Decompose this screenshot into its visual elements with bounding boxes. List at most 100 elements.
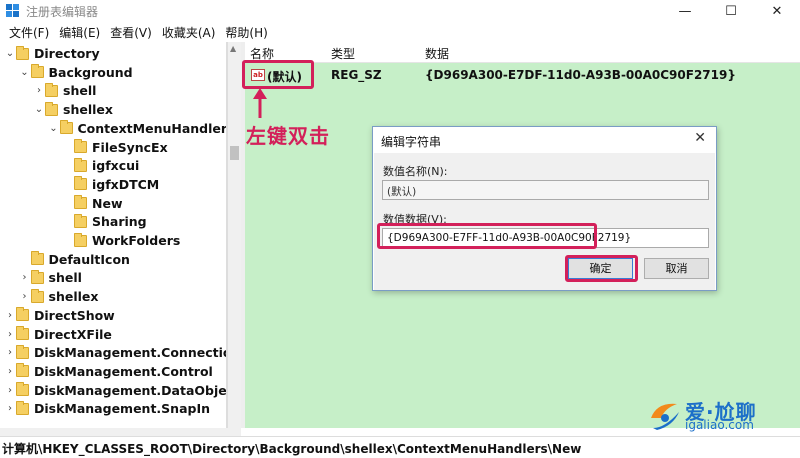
scrollbar-thumb[interactable] [230,146,239,160]
value-name-label: 数值名称(N): [383,165,448,178]
folder-icon [16,400,29,415]
column-data[interactable]: 数据 [425,45,449,62]
tree-scrollbar[interactable]: ▲ [227,42,241,428]
tree-item[interactable]: › DirectShow [4,306,115,325]
tree-item[interactable]: ⌄ ContextMenuHandlers [48,119,227,138]
tree-item[interactable]: ⌄ shellex [33,100,113,119]
tree-item[interactable]: ⌄ Directory [4,44,100,63]
tree-item-label: FileSyncEx [92,139,168,155]
tree-item[interactable]: › DiskManagement.DataObject [4,381,227,400]
maximize-button[interactable]: ☐ [708,0,754,22]
folder-icon [16,382,29,397]
folder-icon [30,251,44,266]
tree-item[interactable]: › DiskManagement.SnapIn [4,399,210,418]
folder-icon [59,120,73,135]
tree-item-label: DiskManagement.Control [34,363,213,379]
tree-item-label: igfxcui [92,158,140,174]
list-header: 名称 类型 数据 [245,42,800,63]
folder-icon [30,288,44,303]
tree-item[interactable]: FileSyncEx [62,138,168,157]
tree-item-label: igfxDTCM [92,176,160,192]
dialog-close-icon[interactable]: ✕ [694,130,706,146]
collapse-chevron-icon[interactable]: ⌄ [19,67,31,78]
tree-item-label: DefaultIcon [48,251,130,267]
watermark-url: igaliao.com [685,418,754,432]
menu-help[interactable]: 帮助(H) [220,24,272,41]
registry-tree[interactable]: ⌄ Directory ⌄ Background › shell ⌄ shellex ⌄ Cont… [0,42,227,428]
tree-item[interactable]: New [62,194,123,213]
collapse-chevron-icon[interactable]: ⌄ [48,123,60,134]
collapse-chevron-icon[interactable]: ⌄ [33,104,45,115]
list-item[interactable]: ab (默认) REG_SZ {D969A300-E7DF-11d0-A93B-… [245,64,800,86]
expand-chevron-icon[interactable]: › [4,310,16,321]
tree-item[interactable]: Sharing [62,212,147,231]
folder-icon [45,82,58,97]
dialog-body: 数值名称(N): (默认) 数值数据(V): {D969A300-E7FF-11… [374,153,715,290]
folder-icon [74,213,87,228]
tree-item-label: shell [63,83,97,99]
tree-item-label: shell [48,270,82,286]
dialog-title: 编辑字符串 [381,135,442,149]
title-bar: 注册表编辑器 — ☐ ✕ [0,0,800,22]
expand-chevron-icon[interactable]: › [19,272,31,283]
expand-chevron-icon[interactable]: › [4,366,16,377]
folder-icon [16,326,29,340]
menu-edit[interactable]: 编辑(E) [54,24,105,41]
value-data-highlight [377,223,597,249]
tree-item[interactable]: WorkFolders [62,231,180,250]
tree-item-label: DiskManagement.DataObject [34,382,227,398]
tree-item[interactable]: › DiskManagement.Control [4,362,213,381]
scroll-up-icon[interactable]: ▲ [230,44,236,53]
tree-hscrollbar[interactable] [0,428,241,436]
tree-item-label: Directory [34,46,100,61]
folder-icon [16,307,29,322]
expand-chevron-icon[interactable]: › [4,385,16,396]
tree-item-label: DiskManagement.SnapIn [34,401,211,417]
menu-view[interactable]: 查看(V) [105,24,157,41]
expand-chevron-icon[interactable]: › [33,85,45,96]
tree-item-label: ContextMenuHandlers [77,120,227,136]
folder-icon [16,344,29,359]
tree-item-label: New [92,195,123,211]
ok-button-highlight [565,255,638,282]
tree-item[interactable]: igfxcui [62,156,139,175]
tree-item[interactable]: › shellex [19,287,99,306]
value-data: {D969A300-E7DF-11d0-A93B-00A0C90F2719} [425,68,736,82]
value-name-field[interactable]: (默认) [382,180,709,200]
folder-icon [74,176,87,191]
tree-item[interactable]: › DiskManagement.Connection [4,343,227,362]
expand-chevron-icon[interactable]: › [4,403,16,414]
tree-item[interactable]: › shell [19,268,82,287]
tree-item-label: DiskManagement.Connection [34,345,227,361]
tree-item[interactable]: ⌄ Background [19,63,133,82]
tree-item-label: DirectXFile [34,326,112,342]
expand-chevron-icon[interactable]: › [4,329,16,340]
tree-item[interactable]: igfxDTCM [62,175,159,194]
expand-chevron-icon[interactable]: › [19,291,31,302]
tree-item[interactable]: › DirectXFile [4,325,112,344]
folder-icon [74,195,87,210]
edit-string-dialog: 编辑字符串 ✕ 数值名称(N): (默认) 数值数据(V): {D969A300… [372,126,717,291]
window-title: 注册表编辑器 [26,4,99,19]
cancel-button[interactable]: 取消 [644,258,709,279]
folder-icon [74,157,87,172]
tree-item-label: Sharing [92,214,147,230]
close-button[interactable]: ✕ [754,0,800,22]
menu-file[interactable]: 文件(F) [4,24,54,41]
tree-item-label: DirectShow [34,307,115,323]
tree-item[interactable]: › shell [33,81,96,100]
default-value-highlight [242,60,314,89]
watermark: 爱·尬聊 igaliao.com [645,394,800,436]
tree-item-label: shellex [48,289,99,305]
collapse-chevron-icon[interactable]: ⌄ [4,48,16,59]
column-type[interactable]: 类型 [331,45,355,62]
menu-favorites[interactable]: 收藏夹(A) [157,24,221,41]
expand-chevron-icon[interactable]: › [4,347,16,358]
minimize-button[interactable]: — [662,0,708,22]
arrow-up-icon [253,88,267,118]
folder-icon [45,101,58,116]
folder-icon [30,64,44,79]
tree-item[interactable]: DefaultIcon [19,250,130,269]
value-type: REG_SZ [331,68,382,82]
registry-editor-icon [6,4,20,18]
